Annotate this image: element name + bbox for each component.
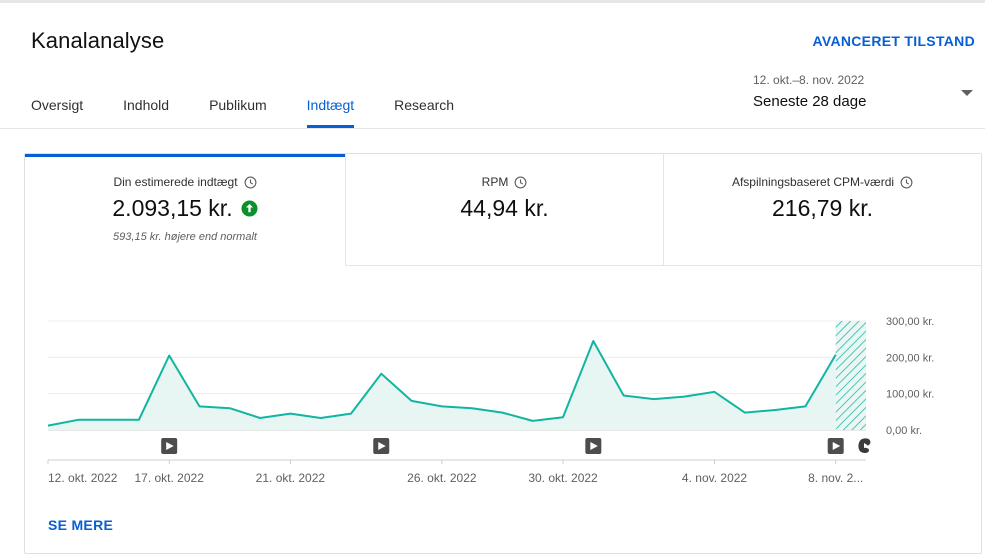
- video-published-icon[interactable]: [827, 438, 844, 454]
- x-tick-label: 26. okt. 2022: [407, 471, 477, 485]
- x-tick-label: 21. okt. 2022: [256, 471, 326, 485]
- see-more-link[interactable]: SE MERE: [48, 517, 113, 533]
- x-tick-label: 17. okt. 2022: [134, 471, 204, 485]
- y-tick-label: 300,00 kr.: [886, 316, 934, 328]
- video-published-icon[interactable]: [585, 438, 602, 454]
- revenue-chart[interactable]: 300,00 kr. 200,00 kr. 100,00 kr. 0,00 kr. 12…: [0, 0, 985, 510]
- video-published-icon[interactable]: [373, 438, 390, 454]
- y-tick-label: 200,00 kr.: [886, 352, 934, 364]
- x-tick-label: 30. okt. 2022: [528, 471, 598, 485]
- x-tick-label: 12. okt. 2022: [48, 471, 118, 485]
- x-tick-label: 8. nov. 2...: [808, 471, 863, 485]
- series-area: [48, 341, 836, 430]
- x-tick-label: 4. nov. 2022: [682, 471, 747, 485]
- video-published-icon[interactable]: [161, 438, 178, 454]
- shorts-icon[interactable]: [858, 438, 871, 454]
- incomplete-data-region: [835, 321, 866, 430]
- y-tick-label: 100,00 kr.: [886, 389, 934, 401]
- y-tick-label: 0,00 kr.: [886, 425, 922, 437]
